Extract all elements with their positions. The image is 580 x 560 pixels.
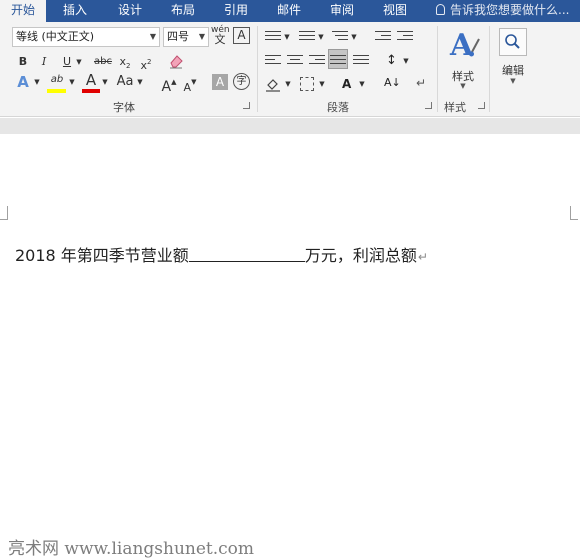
- superscript-2: 2: [147, 58, 152, 66]
- grow-font-button[interactable]: A▲: [161, 72, 177, 95]
- increase-indent-icon[interactable]: [397, 29, 413, 45]
- multilevel-list-icon[interactable]: [332, 29, 348, 45]
- italic-button[interactable]: I: [37, 52, 51, 72]
- strikethrough-button[interactable]: abc: [91, 52, 115, 72]
- margin-corner-left: [0, 206, 8, 220]
- doc-text-after-blank: 万元，利润总额: [304, 246, 417, 265]
- highlight-button[interactable]: ab: [47, 70, 67, 90]
- magnifier-icon: [505, 34, 520, 49]
- tab-insert[interactable]: 插入: [53, 0, 97, 22]
- font-size-dropdown[interactable]: 四号 ▼: [163, 27, 209, 47]
- distributed-align-icon[interactable]: [353, 53, 369, 69]
- tab-references[interactable]: 引用: [213, 0, 259, 22]
- chevron-down-icon: ▼: [198, 32, 205, 41]
- character-border-button[interactable]: A: [233, 27, 250, 44]
- styles-dialog-launcher-icon[interactable]: [478, 102, 485, 109]
- tab-view[interactable]: 视图: [372, 0, 418, 22]
- align-left-icon[interactable]: [265, 53, 281, 69]
- font-color-button[interactable]: A: [82, 70, 100, 90]
- brush-icon: [469, 38, 480, 57]
- enclose-characters-button[interactable]: 字: [233, 73, 250, 90]
- numbering-icon[interactable]: [299, 29, 315, 45]
- decrease-indent-icon[interactable]: [375, 29, 391, 45]
- chevron-down-icon[interactable]: ▼: [136, 72, 144, 92]
- chevron-down-icon[interactable]: ▼: [284, 74, 292, 94]
- shrink-font-a: A: [183, 81, 192, 94]
- chevron-down-icon: ▼: [510, 77, 516, 85]
- tell-me-search[interactable]: 告诉我您想要做什么...: [436, 0, 569, 22]
- subscript-2: 2: [126, 62, 131, 70]
- tab-layout[interactable]: 布局: [160, 0, 206, 22]
- lightbulb-icon: [436, 4, 445, 15]
- change-case-button[interactable]: Aa: [115, 72, 135, 92]
- paragraph-mark: ↵: [417, 250, 428, 264]
- font-size-value: 四号: [167, 30, 189, 43]
- line-spacing-icon[interactable]: ↕: [386, 53, 402, 69]
- chevron-down-icon[interactable]: ▼: [283, 27, 291, 47]
- fill-in-blank-underline: [188, 247, 305, 262]
- character-shading-button[interactable]: A: [212, 74, 228, 90]
- chevron-down-icon: ▼: [460, 82, 466, 90]
- eraser-icon[interactable]: [168, 53, 184, 69]
- font-dialog-launcher-icon[interactable]: [243, 102, 250, 109]
- align-center-icon[interactable]: [287, 53, 303, 69]
- ribbon-home: 等线 (中文正文) ▼ 四号 ▼ wén 文 A B I U ▼ abc x2 …: [0, 22, 580, 117]
- phonetic-guide-button[interactable]: wén 文: [211, 25, 230, 49]
- chevron-down-icon[interactable]: ▼: [317, 27, 325, 47]
- paragraph-group-label: 段落: [327, 101, 349, 114]
- styles-group-label: 样式: [444, 101, 466, 114]
- underline-button[interactable]: U: [59, 52, 75, 72]
- site-watermark: 亮术网 www.liangshunet.com: [8, 539, 255, 559]
- subscript-button[interactable]: x2: [117, 52, 133, 72]
- chevron-down-icon[interactable]: ▼: [75, 52, 83, 72]
- text-effects-button[interactable]: A: [14, 72, 32, 92]
- chevron-down-icon[interactable]: ▼: [358, 74, 366, 94]
- chevron-down-icon[interactable]: ▼: [350, 27, 358, 47]
- paragraph-dialog-launcher-icon[interactable]: [425, 102, 432, 109]
- styles-button[interactable]: A 样式 ▼: [443, 26, 483, 96]
- shrink-font-button[interactable]: A▼: [182, 72, 198, 94]
- chevron-down-icon[interactable]: ▼: [318, 74, 326, 94]
- align-right-icon[interactable]: [309, 53, 325, 69]
- superscript-button[interactable]: x2: [138, 52, 154, 72]
- tab-design[interactable]: 设计: [107, 0, 153, 22]
- margin-corner-right: [570, 206, 578, 220]
- borders-icon[interactable]: [300, 77, 314, 91]
- editing-button[interactable]: 编辑 ▼: [493, 26, 533, 96]
- chevron-down-icon[interactable]: ▼: [33, 72, 41, 92]
- tab-home[interactable]: 开始: [0, 0, 46, 22]
- bullets-icon[interactable]: [265, 29, 281, 45]
- chevron-down-icon[interactable]: ▼: [402, 51, 410, 71]
- show-hide-marks-icon[interactable]: ↵: [416, 76, 432, 92]
- justify-icon: [330, 53, 346, 69]
- shading-icon[interactable]: [265, 76, 281, 92]
- document-paragraph[interactable]: 2018 年第四季节营业额 万元，利润总额↵: [15, 242, 428, 266]
- font-color-bar: [82, 89, 100, 93]
- group-separator: [437, 26, 438, 112]
- sort-icon[interactable]: A↓: [384, 76, 401, 92]
- ribbon-tab-bar: 开始 插入 设计 布局 引用 邮件 审阅 视图 告诉我您想要做什么...: [0, 0, 580, 22]
- font-name-value: 等线 (中文正文): [16, 30, 95, 43]
- font-group-label: 字体: [113, 101, 135, 114]
- chevron-down-icon[interactable]: ▼: [101, 72, 109, 92]
- grow-font-a: A: [161, 79, 172, 95]
- document-page[interactable]: 2018 年第四季节营业额 万元，利润总额↵ 亮术网 www.liangshune…: [0, 134, 580, 560]
- bold-button[interactable]: B: [15, 52, 31, 72]
- tab-review[interactable]: 审阅: [319, 0, 365, 22]
- chinese-layout-icon[interactable]: A: [342, 77, 358, 93]
- find-icon-box: [499, 28, 527, 56]
- chevron-down-icon[interactable]: ▼: [68, 72, 76, 92]
- doc-text-before-blank: 2018 年第四季节营业额: [15, 246, 189, 265]
- tab-mailings[interactable]: 邮件: [266, 0, 312, 22]
- editing-button-label: 编辑: [502, 64, 524, 77]
- font-name-dropdown[interactable]: 等线 (中文正文) ▼: [12, 27, 160, 47]
- chevron-down-icon: ▼: [149, 32, 156, 41]
- highlight-color-bar: [47, 89, 66, 93]
- group-separator: [489, 26, 490, 112]
- phonetic-guide-char: 文: [214, 33, 226, 46]
- group-separator: [257, 26, 258, 112]
- justify-button[interactable]: [328, 49, 348, 69]
- tell-me-label: 告诉我您想要做什么...: [450, 3, 570, 17]
